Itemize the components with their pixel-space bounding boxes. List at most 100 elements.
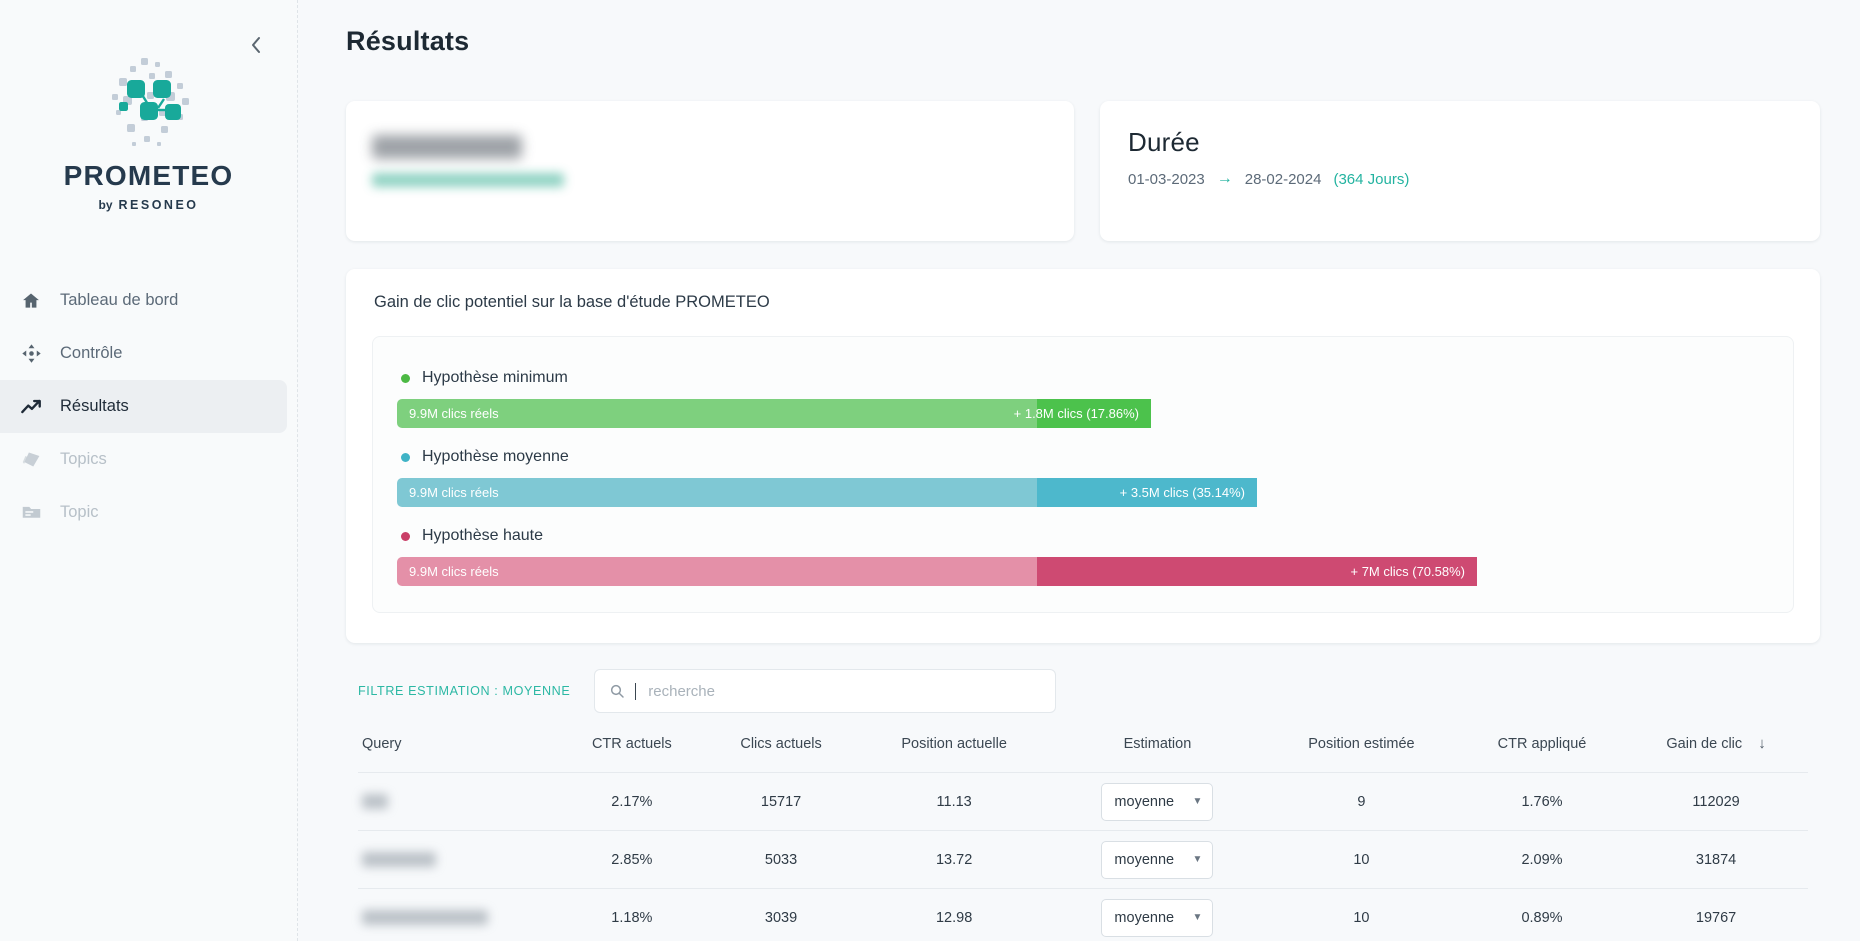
column-header-estimation[interactable]: Estimation — [1052, 735, 1263, 773]
duree-start-date: 01-03-2023 — [1128, 170, 1205, 188]
main-content: Résultats Durée 01-03-2023 → 28-02-2024 … — [298, 0, 1860, 941]
cell-gain-de-clic: 31874 — [1624, 830, 1808, 890]
cell-ctr-actuels: 2.85% — [558, 830, 706, 890]
site-url-redacted — [372, 173, 564, 188]
bar-group-haute: Hypothèse haute 9.9M clics réels + 7M cl… — [397, 517, 1769, 587]
duree-days-count: (364 Jours) — [1333, 170, 1410, 188]
arrow-right-icon: → — [1216, 170, 1233, 188]
sidebar-item-label: Résultats — [60, 397, 129, 415]
estimation-select[interactable]: moyenne ▼ — [1101, 782, 1214, 821]
table-row[interactable]: 2.85% 5033 13.72 moyenne ▼ 10 2.09% 3187… — [358, 830, 1808, 890]
bar-gain-segment: + 3.5M clics (35.14%) — [1037, 478, 1257, 508]
table-header-row: Query CTR actuels Clics actuels Position… — [358, 735, 1808, 773]
search-icon — [609, 683, 625, 699]
estimation-select[interactable]: moyenne ▼ — [1101, 898, 1214, 937]
results-table: Query CTR actuels Clics actuels Position… — [358, 735, 1808, 941]
column-header-query[interactable]: Query — [358, 735, 558, 773]
cell-ctr-applique: 2.09% — [1459, 830, 1625, 890]
bar-legend-label: Hypothèse moyenne — [422, 448, 569, 466]
duree-end-date: 28-02-2024 — [1244, 170, 1322, 188]
cell-position-actuelle: 13.72 — [856, 830, 1052, 890]
search-input[interactable] — [646, 681, 1042, 701]
table-head: Query CTR actuels Clics actuels Position… — [358, 735, 1808, 773]
sidebar-item-tableau-de-bord[interactable]: Tableau de bord — [0, 274, 287, 327]
cell-position-actuelle: 11.13 — [856, 772, 1052, 832]
column-header-clics-actuels[interactable]: Clics actuels — [706, 735, 857, 773]
cell-ctr-actuels: 1.18% — [558, 888, 706, 941]
sidebar-item-controle[interactable]: Contrôle — [0, 327, 287, 380]
sidebar: PROMETEO by RESONEO Tableau de bord Cont… — [0, 0, 298, 941]
logo-by-label: by — [98, 198, 113, 212]
app-root: PROMETEO by RESONEO Tableau de bord Cont… — [0, 0, 1860, 941]
cell-ctr-applique: 0.89% — [1459, 888, 1625, 941]
table-row[interactable]: 2.17% 15717 11.13 moyenne ▼ 9 1.76% 1120… — [358, 772, 1808, 832]
query-redacted — [362, 794, 388, 810]
gain-panel: Gain de clic potentiel sur la base d'étu… — [346, 269, 1820, 644]
home-icon — [20, 290, 42, 312]
hypothesis-bars-chart: Hypothèse minimum 9.9M clics réels + 1.8… — [372, 336, 1794, 614]
bar-legend-haute: Hypothèse haute — [397, 517, 1769, 557]
sidebar-item-topics[interactable]: Topics — [0, 433, 287, 486]
bar-base-segment: 9.9M clics réels — [397, 399, 1037, 429]
chevron-left-icon[interactable] — [243, 32, 269, 58]
column-header-position-actuelle[interactable]: Position actuelle — [856, 735, 1052, 773]
folder-icon — [20, 502, 42, 524]
bar-legend-moyenne: Hypothèse moyenne — [397, 438, 1769, 478]
estimation-select-value: moyenne — [1114, 851, 1175, 868]
filter-row: FILTRE ESTIMATION : MOYENNE — [346, 669, 1820, 714]
logo-byline: by RESONEO — [98, 198, 198, 212]
bar-base-segment: 9.9M clics réels — [397, 557, 1037, 587]
site-card — [346, 101, 1074, 242]
sidebar-item-label: Topic — [60, 503, 99, 521]
estimation-select-value: moyenne — [1114, 793, 1175, 810]
chevron-down-icon: ▼ — [1192, 912, 1203, 924]
duree-card: Durée 01-03-2023 → 28-02-2024 (364 Jours… — [1100, 101, 1820, 242]
cell-position-estimee: 10 — [1262, 888, 1460, 941]
cell-position-estimee: 10 — [1262, 830, 1460, 890]
trending-up-icon — [20, 396, 42, 418]
duree-title: Durée — [1128, 127, 1200, 158]
table-body: 2.17% 15717 11.13 moyenne ▼ 9 1.76% 1120… — [358, 772, 1808, 941]
bar-legend-label: Hypothèse minimum — [422, 369, 568, 387]
bar-gain-segment: + 7M clics (70.58%) — [1037, 557, 1477, 587]
cell-query — [358, 772, 558, 832]
filter-estimation-label[interactable]: FILTRE ESTIMATION : MOYENNE — [358, 684, 570, 698]
column-header-gain-de-clic[interactable]: Gain de clic ↓ — [1624, 735, 1808, 773]
duree-range: 01-03-2023 → 28-02-2024 (364 Jours) — [1128, 170, 1820, 188]
summary-cards: Durée 01-03-2023 → 28-02-2024 (364 Jours… — [298, 75, 1860, 242]
chevron-down-icon: ▼ — [1192, 854, 1203, 866]
column-header-position-estimee[interactable]: Position estimée — [1263, 735, 1460, 773]
text-cursor — [635, 682, 637, 700]
estimation-select[interactable]: moyenne ▼ — [1101, 840, 1214, 879]
column-header-ctr-actuels[interactable]: CTR actuels — [558, 735, 706, 773]
cell-clics-actuels: 5033 — [705, 830, 857, 890]
cell-clics-actuels: 15717 — [705, 772, 857, 832]
logo-wordmark: PROMETEO — [63, 160, 234, 191]
sidebar-item-label: Tableau de bord — [60, 291, 179, 309]
bar-minimum: 9.9M clics réels + 1.8M clics (17.86%) — [397, 399, 1769, 429]
search-box[interactable] — [594, 669, 1057, 714]
sidebar-item-resultats[interactable]: Résultats — [0, 380, 287, 433]
layers-icon — [20, 449, 42, 471]
legend-dot-icon — [401, 373, 410, 383]
bar-legend-label: Hypothèse haute — [422, 527, 543, 545]
arrow-down-icon[interactable]: ↓ — [1758, 735, 1766, 752]
results-table-wrap: Query CTR actuels Clics actuels Position… — [346, 735, 1820, 941]
bar-legend-minimum: Hypothèse minimum — [397, 359, 1769, 399]
cell-gain-de-clic: 19767 — [1624, 888, 1808, 941]
cell-position-actuelle: 12.98 — [856, 888, 1052, 941]
move-icon — [20, 343, 42, 365]
logo-brand-resoneo: RESONEO — [118, 198, 199, 212]
sidebar-item-label: Topics — [60, 450, 107, 468]
cell-estimation: moyenne ▼ — [1051, 772, 1263, 832]
legend-dot-icon — [401, 531, 410, 541]
column-header-ctr-applique[interactable]: CTR appliqué — [1460, 735, 1624, 773]
bar-group-moyenne: Hypothèse moyenne 9.9M clics réels + 3.5… — [397, 438, 1769, 508]
chevron-down-icon: ▼ — [1192, 796, 1203, 808]
bar-haute: 9.9M clics réels + 7M clics (70.58%) — [397, 557, 1769, 587]
sidebar-nav: Tableau de bord Contrôle Résultats Topic… — [0, 274, 297, 539]
sidebar-item-label: Contrôle — [60, 344, 123, 362]
table-row[interactable]: 1.18% 3039 12.98 moyenne ▼ 10 0.89% 1976… — [358, 888, 1808, 941]
cell-clics-actuels: 3039 — [705, 888, 857, 941]
sidebar-item-topic[interactable]: Topic — [0, 486, 287, 539]
